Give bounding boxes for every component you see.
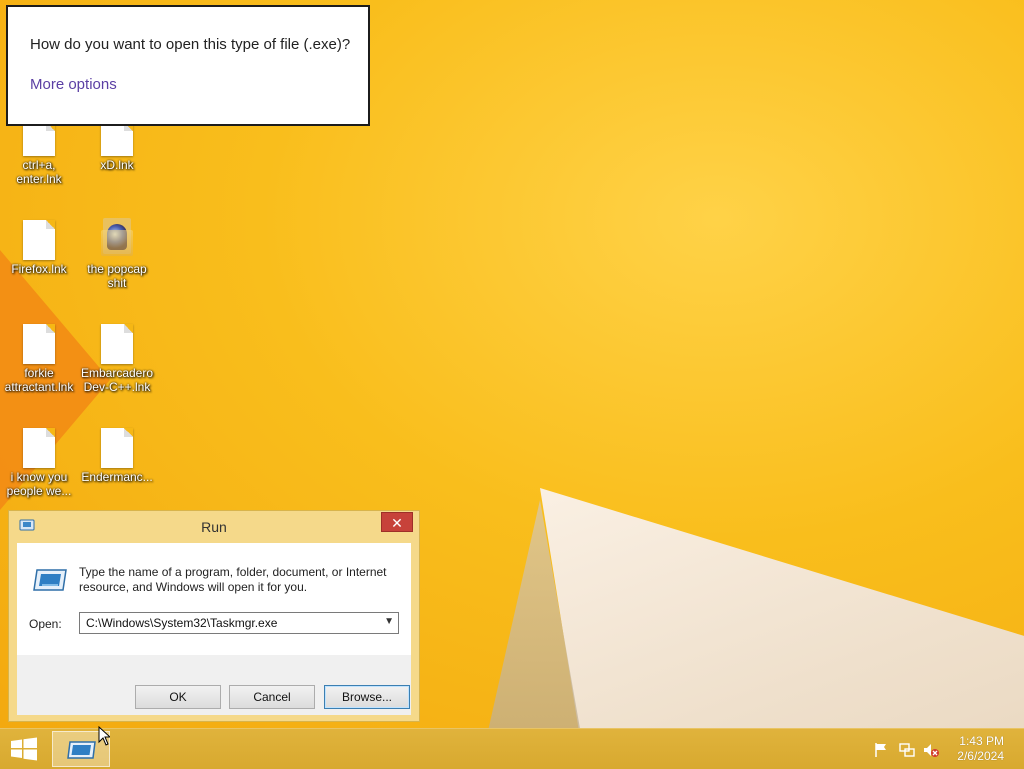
open-with-question: How do you want to open this type of fil… [30,36,351,53]
desktop-icon-label: Endermanc... [81,470,153,484]
taskbar-clock[interactable]: 1:43 PM 2/6/2024 [957,734,1004,764]
shortcut-file-icon [23,220,55,260]
open-combobox[interactable]: C:\Windows\System32\Taskmgr.exe ▼ [79,612,399,634]
desktop-icon-label: Firefox.lnk [11,262,67,276]
close-button[interactable]: ✕ [381,512,413,532]
browse-button[interactable]: Browse... [324,685,410,709]
desktop-icon-ctrl-a-enter[interactable]: ctrl+a, enter.lnk [0,122,78,186]
desktop-icon-embarcadero[interactable]: Embarcadero Dev-C++.lnk [78,324,156,394]
network-icon[interactable] [898,741,916,759]
run-titlebar[interactable]: Run ✕ [9,511,419,541]
taskbar: 1:43 PM 2/6/2024 [0,728,1024,769]
run-large-icon [33,569,67,591]
desktop-icon-label: i know you people we... [6,470,72,498]
run-app-icon [67,741,96,759]
ok-button[interactable]: OK [135,685,221,709]
speaker-muted-icon[interactable] [922,741,940,759]
folder-icon [101,216,133,260]
desktop-icon-xd[interactable]: xD.lnk [78,122,156,172]
desktop-icon-i-know-you[interactable]: i know you people we... [0,428,78,498]
run-body: Type the name of a program, folder, docu… [17,543,411,715]
shortcut-file-icon [23,122,55,156]
more-options-link[interactable]: More options [30,76,117,93]
desktop-icon-label: Embarcadero Dev-C++.lnk [80,366,154,394]
shortcut-file-icon [101,324,133,364]
chevron-down-icon[interactable]: ▼ [384,616,394,627]
shortcut-file-icon [23,428,55,468]
shortcut-file-icon [23,324,55,364]
run-body-top: Type the name of a program, folder, docu… [17,543,411,655]
desktop-icon-label: xD.lnk [100,158,134,172]
open-input-value[interactable]: C:\Windows\System32\Taskmgr.exe [86,616,277,630]
desktop-icon-label: the popcap shit [87,262,147,290]
shortcut-file-icon [101,122,133,156]
desktop-icon-label: forkie attractant.lnk [4,366,74,394]
flag-icon[interactable] [872,741,890,759]
windows-start-icon[interactable] [10,737,38,761]
desktop-icon-endermanch[interactable]: Endermanc... [78,428,156,484]
desktop-icon-forkie[interactable]: forkie attractant.lnk [0,324,78,394]
desktop-icon-label: ctrl+a, enter.lnk [16,158,62,186]
mouse-cursor-icon [98,726,110,746]
run-title: Run [201,519,227,535]
clock-date: 2/6/2024 [957,749,1004,763]
close-icon: ✕ [391,515,403,531]
shortcut-file-icon [101,428,133,468]
desktop-icon-popcap-folder[interactable]: the popcap shit [78,216,156,290]
open-label: Open: [29,617,62,631]
clock-time: 1:43 PM [959,734,1004,748]
cancel-button[interactable]: Cancel [229,685,315,709]
run-description: Type the name of a program, folder, docu… [79,565,387,594]
desktop-icon-firefox[interactable]: Firefox.lnk [0,220,78,276]
run-dialog: Run ✕ Type the name of a program, folder… [8,510,420,722]
open-with-popup: How do you want to open this type of fil… [6,5,370,126]
